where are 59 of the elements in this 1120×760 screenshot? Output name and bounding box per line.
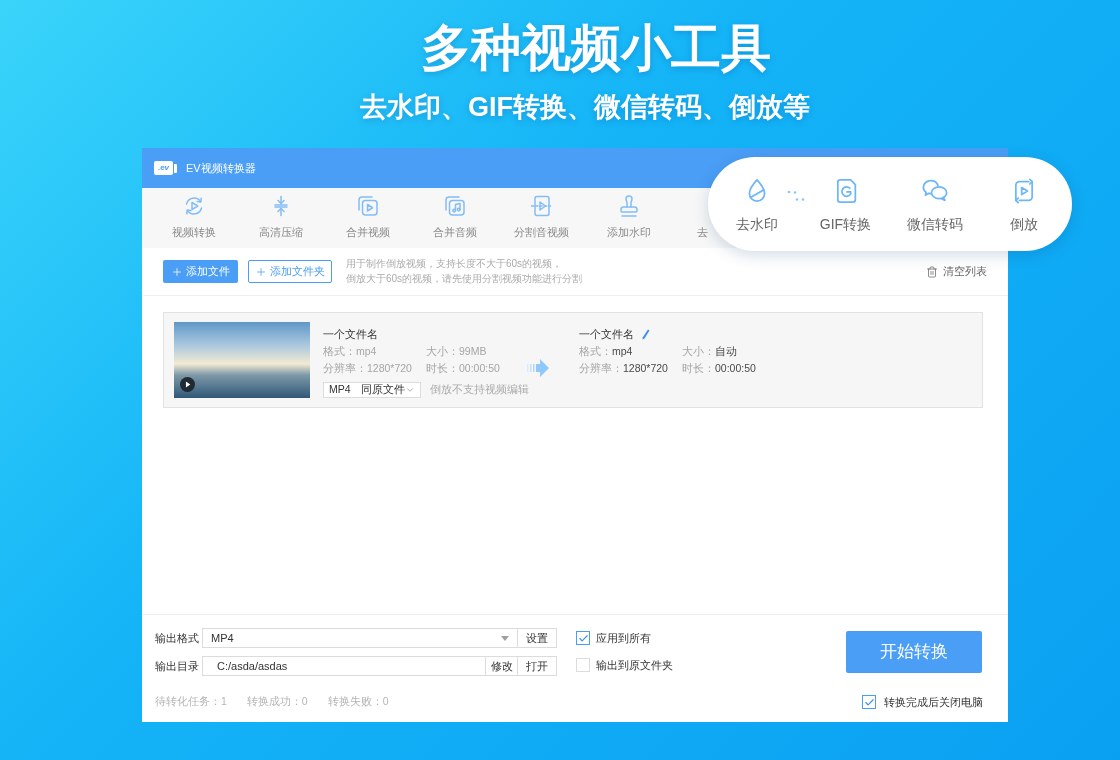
toolbar-button[interactable]: 高清压缩 [237, 188, 324, 248]
toolbar-button[interactable]: 分割音视频 [498, 188, 585, 248]
popup-tool-button[interactable]: GIF转换 [801, 157, 890, 251]
stacked-video-icon [355, 194, 380, 218]
popup-tool-button[interactable]: 倒放 [979, 157, 1068, 251]
clear-list-button[interactable]: 清空列表 [926, 264, 987, 280]
checkbox[interactable] [862, 695, 876, 709]
file-name: 一个文件名 [323, 327, 379, 342]
caret-down-icon [501, 635, 509, 641]
modify-button[interactable]: 修改 [486, 656, 518, 676]
checkbox[interactable] [576, 631, 590, 645]
file-info-text: 分辨率：1280*720 [579, 361, 669, 376]
banner-subtitle: 去水印、GIF转换、微信转码、倒放等 [359, 91, 810, 124]
popup-tool-button[interactable]: 去水印 [712, 157, 801, 251]
file-info-text: 格式：mp4 [579, 344, 634, 359]
plus-icon [171, 265, 183, 278]
check-icon [577, 632, 589, 644]
hint-text: 倒放大于60s的视频，请先使用分割视频功能进行分割 [346, 272, 583, 286]
output-select[interactable]: MP4 同原文件 [323, 382, 421, 398]
plus-icon [255, 265, 267, 278]
status-text: 转换失败：0 [327, 694, 389, 710]
field-label: 输出目录 [155, 658, 200, 674]
play-icon[interactable] [180, 377, 195, 392]
pencil-icon[interactable] [642, 329, 650, 340]
format-select[interactable]: MP4 [202, 628, 518, 648]
file-info-text: 时长：00:00:50 [426, 361, 501, 376]
file-info-text: 分辨率：1280*720 [323, 361, 413, 376]
toolbar-button[interactable]: 视频转换 [150, 188, 237, 248]
check-icon [863, 696, 875, 708]
file-info-text: 大小：99MB [426, 344, 488, 359]
checkbox-label: 应用到所有 [596, 630, 651, 646]
toolbar-button[interactable]: 合并音频 [411, 188, 498, 248]
app-logo: .ev [154, 161, 177, 175]
checkbox-label: 转换完成后关闭电脑 [884, 694, 983, 710]
trash-icon [926, 265, 938, 278]
note-text: 倒放不支持视频编辑 [429, 382, 529, 398]
directory-field[interactable]: C:/asda/asdas [202, 656, 486, 676]
toolbar-button[interactable]: 添加水印 [585, 188, 672, 248]
split-video-icon [529, 194, 554, 218]
banner-title: 多种视频小工具 [420, 19, 771, 77]
popup-tool-button[interactable]: 微信转码 [890, 157, 979, 251]
window-title: EV视频转换器 [186, 160, 256, 176]
checkbox-label: 输出到原文件夹 [596, 657, 673, 673]
file-name: 一个文件名 [579, 327, 634, 342]
file-info-text: 时长：00:00:50 [682, 361, 757, 376]
toolbar-button[interactable]: 去 [697, 225, 708, 239]
stacked-music-icon [442, 194, 467, 218]
status-text: 转换成功：0 [246, 694, 308, 710]
open-button[interactable]: 打开 [518, 656, 557, 676]
status-text: 待转化任务：1 [155, 694, 227, 710]
file-info-text: 格式：mp4 [323, 344, 378, 359]
file-info-text: 大小：自动 [682, 344, 738, 359]
settings-button[interactable]: 设置 [518, 628, 557, 648]
arrow-icon [527, 359, 549, 377]
dots-icon [787, 189, 805, 203]
hint-text: 用于制作倒放视频，支持长度不大于60s的视频， [346, 257, 564, 271]
toolbar-button[interactable]: 合并视频 [324, 188, 411, 248]
chevron-down-icon [404, 385, 415, 395]
field-label: 输出格式 [155, 630, 200, 646]
